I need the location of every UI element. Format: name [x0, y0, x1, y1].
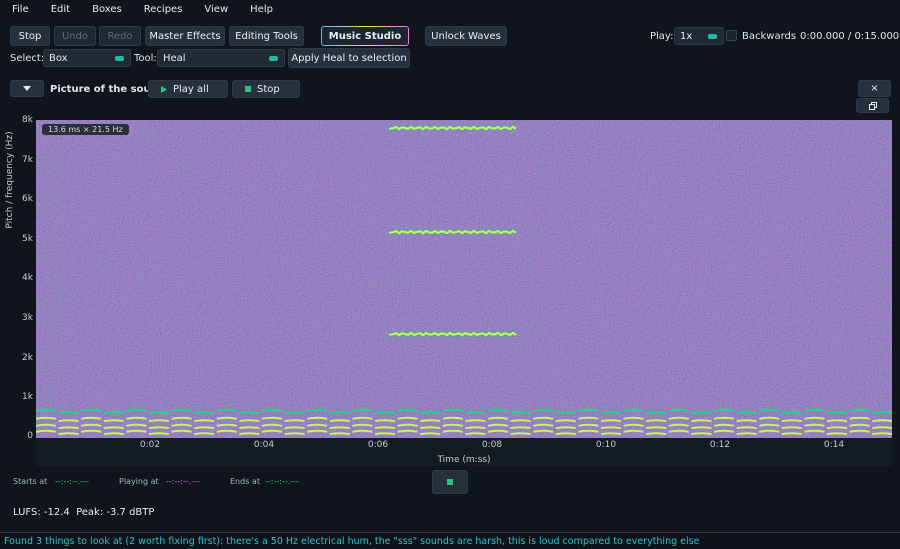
ends-at-value: --:--:--.---	[265, 477, 299, 486]
select-label: Select:	[10, 53, 45, 64]
x-tick: 0:12	[709, 440, 731, 450]
status-bar: Found 3 things to look at (2 worth fixin…	[0, 532, 900, 549]
music-studio-button[interactable]: Music Studio	[321, 26, 409, 46]
y-tick: 1k	[22, 392, 33, 402]
master-effects-button[interactable]: Master Effects	[145, 26, 225, 46]
resolution-badge: 13.6 ms × 21.5 Hz	[42, 124, 129, 135]
y-axis-label: Pitch / frequency (Hz)	[5, 131, 15, 229]
menu-help[interactable]: Help	[250, 4, 273, 15]
menu-edit[interactable]: Edit	[51, 4, 70, 15]
x-tick: 0:10	[595, 440, 617, 450]
time-readout: 0:00.000 / 0:15.000	[800, 31, 900, 42]
stop-icon	[447, 479, 453, 485]
chevron-down-icon	[23, 86, 31, 91]
stop-icon	[245, 86, 251, 92]
tool-label: Tool:	[134, 53, 157, 64]
x-axis-label: Time (m:ss)	[437, 455, 491, 465]
panel-stop-label: Stop	[257, 83, 280, 95]
starts-at-value: --:--:--.---	[55, 477, 89, 486]
y-tick: 3k	[22, 313, 33, 323]
play-speed-select[interactable]: 1x	[674, 27, 724, 45]
y-tick: 0	[27, 431, 33, 441]
select-mode-dropdown[interactable]: Box	[43, 49, 131, 67]
unlock-waves-button[interactable]: Unlock Waves	[425, 26, 507, 46]
play-speed-label: Play:	[650, 31, 674, 42]
tool-value: Heal	[163, 52, 186, 64]
y-tick: 2k	[22, 353, 33, 363]
play-all-button[interactable]: Play all	[148, 80, 228, 98]
menu-recipes[interactable]: Recipes	[144, 4, 183, 15]
dropdown-indicator-icon	[708, 34, 717, 39]
x-tick: 0:08	[481, 440, 503, 450]
tool-dropdown[interactable]: Heal	[157, 49, 285, 67]
spectrogram[interactable]: 13.6 ms × 21.5 Hz	[36, 120, 892, 438]
x-tick: 0:02	[139, 440, 161, 450]
menu-view[interactable]: View	[204, 4, 228, 15]
x-axis: 0:02 0:04 0:06 0:08 0:10 0:12 0:14 Time …	[36, 438, 892, 466]
dropdown-indicator-icon	[269, 56, 278, 61]
redo-button[interactable]: Redo	[99, 26, 141, 46]
starts-at-label: Starts at	[13, 477, 48, 486]
menu-file[interactable]: File	[12, 4, 29, 15]
play-speed-value: 1x	[680, 30, 693, 42]
x-tick: 0:14	[823, 440, 845, 450]
backwards-label: Backwards	[742, 31, 797, 42]
loudness-readout: LUFS: -12.4 Peak: -3.7 dBTP	[13, 507, 155, 518]
playing-at-value: --:--:--.---	[166, 477, 200, 486]
copy-button[interactable]	[856, 98, 889, 113]
x-tick: 0:06	[367, 440, 389, 450]
apply-heal-button[interactable]: Apply Heal to selection	[288, 48, 410, 68]
undo-button[interactable]: Undo	[54, 26, 96, 46]
stop-button[interactable]: Stop	[10, 26, 50, 46]
play-icon	[161, 85, 167, 93]
ends-at-label: Ends at	[230, 477, 260, 486]
panel-stop-button[interactable]: Stop	[232, 80, 300, 98]
backwards-checkbox[interactable]	[726, 30, 737, 41]
marker-stop-button[interactable]	[432, 470, 468, 494]
play-all-label: Play all	[173, 83, 209, 95]
menu-boxes[interactable]: Boxes	[92, 4, 122, 15]
dropdown-indicator-icon	[115, 56, 124, 61]
playing-at-label: Playing at	[119, 477, 159, 486]
close-panel-button[interactable]: ×	[858, 80, 891, 97]
select-mode-value: Box	[49, 52, 68, 64]
editing-tools-button[interactable]: Editing Tools	[229, 26, 304, 46]
copy-icon	[868, 101, 877, 110]
menu-bar: File Edit Boxes Recipes View Help	[0, 0, 900, 18]
x-tick: 0:04	[253, 440, 275, 450]
spectrogram-image	[36, 120, 892, 438]
